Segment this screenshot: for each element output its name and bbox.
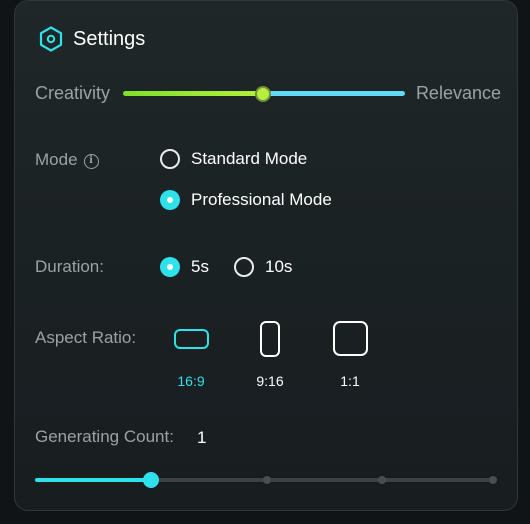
panel-title: Settings [73, 27, 146, 50]
aspect-ratio-label: Aspect Ratio: [35, 328, 137, 347]
generating-count-value: 1 [197, 428, 207, 447]
count-step-dot-3[interactable] [263, 476, 271, 484]
relevance-track[interactable] [265, 91, 405, 96]
count-step-dot-5[interactable] [489, 476, 497, 484]
generating-count-slider[interactable] [35, 471, 499, 489]
aspect-16-9-caption: 16:9 [177, 373, 205, 389]
panel-header: Settings [39, 25, 145, 53]
aspect-option-9-16[interactable]: 9:16 [240, 321, 300, 389]
generating-count-label: Generating Count: [35, 427, 174, 446]
aspect-9-16-icon[interactable] [260, 321, 280, 357]
count-step-dot-4[interactable] [378, 476, 386, 484]
radio-standard-mode[interactable] [160, 149, 180, 169]
aspect-1-1-icon[interactable] [332, 321, 368, 356]
radio-label-10s: 10s [265, 257, 293, 276]
radio-duration-5s[interactable] [160, 257, 180, 277]
radio-label-5s: 5s [191, 257, 209, 276]
count-slider-thumb[interactable] [143, 472, 159, 488]
aspect-option-16-9[interactable]: 16:9 [161, 321, 221, 389]
creativity-track-filled[interactable] [123, 91, 265, 96]
aspect-1-1-caption: 1:1 [340, 373, 360, 389]
aspect-16-9-icon[interactable] [173, 329, 209, 349]
mode-label: Mode [35, 150, 78, 169]
duration-label: Duration: [35, 257, 104, 276]
mode-label-row: Mode i [35, 150, 99, 170]
info-icon[interactable]: i [83, 154, 99, 169]
duration-option-10s[interactable]: 10s [234, 257, 292, 277]
creativity-relevance-slider[interactable]: Creativity Relevance [35, 81, 501, 107]
aspect-9-16-caption: 9:16 [256, 373, 284, 389]
radio-label-professional: Professional Mode [191, 190, 332, 209]
aspect-option-1-1[interactable]: 1:1 [320, 321, 380, 389]
mode-option-professional[interactable]: Professional Mode [160, 190, 332, 210]
radio-professional-mode[interactable] [160, 190, 180, 210]
radio-duration-10s[interactable] [234, 257, 254, 277]
radio-label-standard: Standard Mode [191, 149, 308, 168]
creativity-label: Creativity [35, 83, 111, 103]
creativity-slider-thumb[interactable] [255, 86, 271, 102]
relevance-label: Relevance [415, 83, 501, 103]
settings-hexagon-icon [39, 26, 63, 52]
count-track-active[interactable] [35, 478, 151, 482]
duration-option-5s[interactable]: 5s [160, 257, 209, 277]
settings-panel: Settings Creativity Relevance Mode i Stan… [14, 0, 518, 511]
mode-option-standard[interactable]: Standard Mode [160, 149, 307, 169]
